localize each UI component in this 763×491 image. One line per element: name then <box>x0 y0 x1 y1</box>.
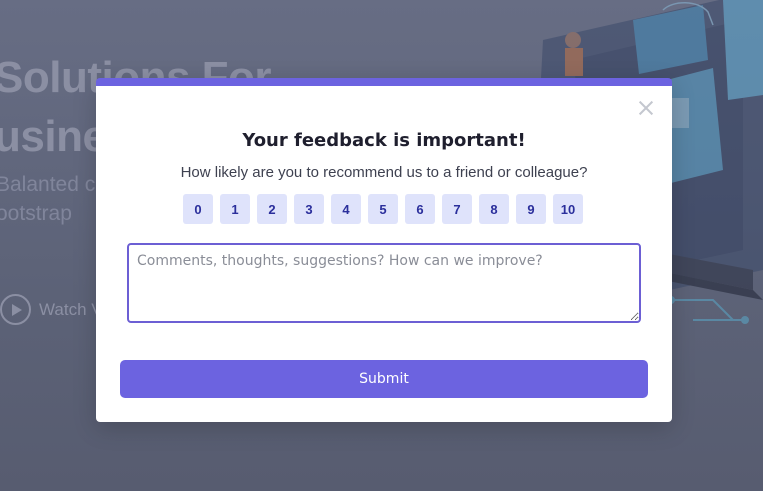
modal-title: Your feedback is important! <box>242 130 526 151</box>
score-button-6[interactable]: 6 <box>405 194 435 224</box>
nps-scale: 0 1 2 3 4 5 6 7 8 9 10 <box>183 194 583 224</box>
feedback-modal: Your feedback is important! How likely a… <box>96 78 672 422</box>
score-button-10[interactable]: 10 <box>553 194 583 224</box>
score-button-2[interactable]: 2 <box>257 194 287 224</box>
score-button-0[interactable]: 0 <box>183 194 213 224</box>
close-icon[interactable] <box>638 100 654 116</box>
score-button-1[interactable]: 1 <box>220 194 250 224</box>
comment-textarea[interactable] <box>127 243 641 323</box>
submit-button[interactable]: Submit <box>120 360 648 398</box>
score-button-8[interactable]: 8 <box>479 194 509 224</box>
score-button-7[interactable]: 7 <box>442 194 472 224</box>
score-button-5[interactable]: 5 <box>368 194 398 224</box>
score-button-3[interactable]: 3 <box>294 194 324 224</box>
score-button-4[interactable]: 4 <box>331 194 361 224</box>
recommend-question: How likely are you to recommend us to a … <box>180 164 588 181</box>
score-button-9[interactable]: 9 <box>516 194 546 224</box>
